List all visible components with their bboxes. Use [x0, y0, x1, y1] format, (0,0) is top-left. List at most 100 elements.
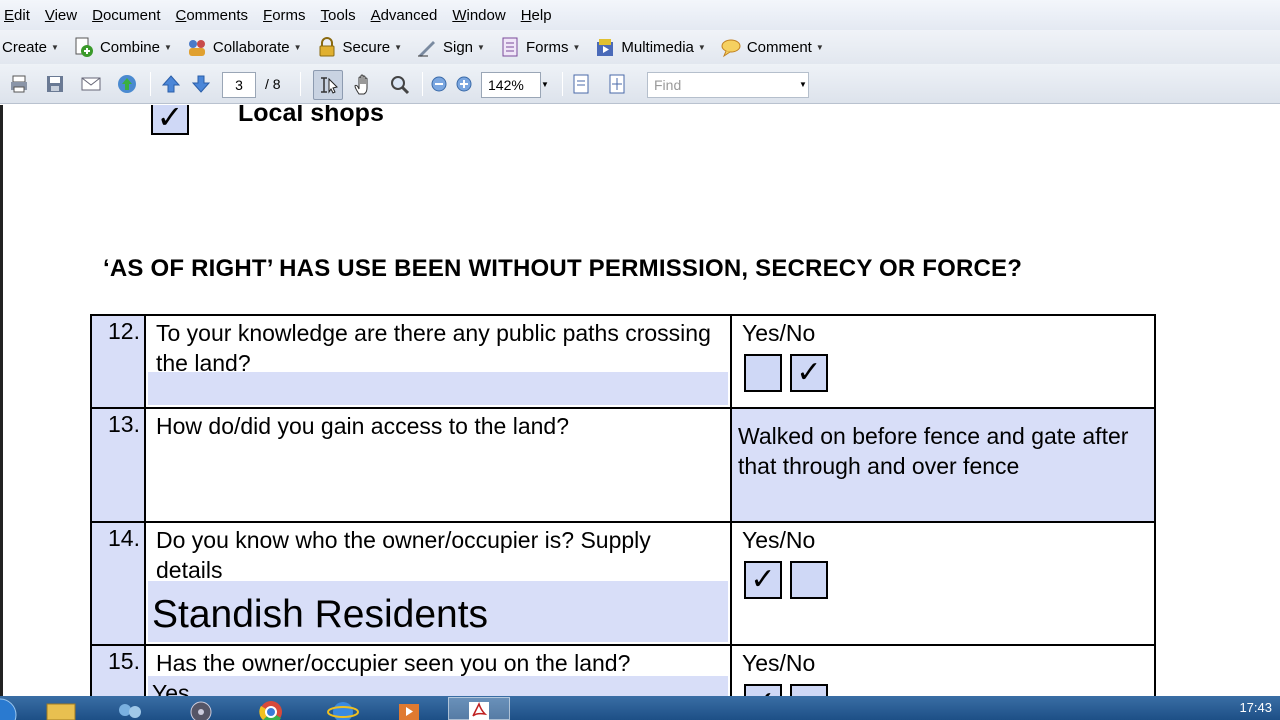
details-text: Yes	[152, 680, 190, 696]
comment-button[interactable]: Comment ▼	[720, 36, 824, 58]
lock-icon	[316, 36, 338, 58]
windows-taskbar: 17:43	[0, 696, 1280, 720]
combine-label: Combine	[99, 38, 160, 56]
zoom-level-input[interactable]: 142%	[481, 72, 541, 98]
menu-view[interactable]: View	[45, 7, 77, 24]
find-dropdown-chevron-icon[interactable]: ▼	[799, 80, 807, 89]
chevron-down-icon: ▼	[163, 42, 172, 52]
question-cell: Do you know who the owner/occupier is? S…	[144, 521, 732, 646]
secure-button[interactable]: Secure ▼	[316, 36, 402, 58]
combine-button[interactable]: Combine ▼	[73, 36, 172, 58]
chevron-down-icon: ▼	[697, 42, 706, 52]
multimedia-icon	[594, 36, 616, 58]
yes-checkbox[interactable]: ✓	[744, 561, 782, 599]
yes-no-label: Yes/No	[742, 650, 816, 676]
menu-comments[interactable]: Comments	[176, 7, 249, 24]
form-icon	[499, 36, 521, 58]
marquee-zoom-icon[interactable]	[389, 74, 411, 96]
collaborate-icon	[186, 36, 208, 58]
next-page-icon[interactable]	[190, 73, 212, 95]
details-text: Standish Residents	[152, 593, 489, 636]
answer-cell: Yes/No ✓	[730, 314, 1156, 409]
sign-label: Sign	[443, 38, 474, 56]
print-icon[interactable]	[8, 73, 30, 95]
local-shops-checkbox[interactable]: ✓	[151, 105, 189, 135]
media-player-icon[interactable]	[380, 697, 438, 720]
secure-label: Secure	[342, 38, 391, 56]
zoom-in-icon[interactable]	[453, 73, 475, 95]
menu-forms[interactable]: Forms	[263, 7, 306, 24]
zoom-dropdown-chevron-icon[interactable]: ▼	[541, 80, 549, 89]
chrome-icon[interactable]	[242, 697, 300, 720]
comment-label: Comment	[746, 38, 812, 56]
details-field[interactable]	[148, 372, 728, 405]
question-cell: How do/did you gain access to the land?	[144, 407, 732, 523]
question-text: To your knowledge are there any public p…	[156, 320, 711, 376]
chevron-down-icon: ▼	[394, 42, 402, 52]
table-row: 12. To your knowledge are there any publ…	[90, 314, 1156, 409]
question-text: Do you know who the owner/occupier is? S…	[156, 527, 651, 583]
save-icon[interactable]	[44, 73, 66, 95]
question-cell: To your knowledge are there any public p…	[144, 314, 732, 409]
explorer-icon[interactable]	[32, 697, 90, 720]
chevron-down-icon: ▼	[815, 42, 824, 52]
menu-advanced[interactable]: Advanced	[371, 7, 438, 24]
yes-checkbox[interactable]	[744, 354, 782, 392]
email-icon[interactable]	[80, 73, 102, 95]
menu-help[interactable]: Help	[521, 7, 552, 24]
yes-no-label: Yes/No	[742, 320, 816, 346]
sign-button[interactable]: Sign ▼	[416, 36, 485, 58]
no-checkbox[interactable]: ✓	[790, 354, 828, 392]
start-button[interactable]	[0, 697, 20, 720]
local-shops-label: Local shops	[238, 105, 384, 127]
multimedia-button[interactable]: Multimedia ▼	[594, 36, 706, 58]
menu-edit[interactable]: Edit	[4, 7, 30, 24]
pen-icon	[416, 36, 438, 58]
yes-no-label: Yes/No	[742, 527, 816, 553]
media-disc-icon[interactable]	[172, 697, 230, 720]
zoom-out-icon[interactable]	[428, 73, 450, 95]
answer-cell: Yes/No ✓	[730, 521, 1156, 646]
system-clock[interactable]: 17:43	[1239, 700, 1272, 715]
page-number-input[interactable]: 3	[222, 72, 256, 98]
chevron-down-icon: ▼	[572, 42, 581, 52]
acrobat-icon[interactable]	[448, 697, 510, 720]
table-row: 14. Do you know who the owner/occupier i…	[90, 521, 1156, 646]
collaborate-button[interactable]: Collaborate ▼	[186, 36, 302, 58]
forms-button[interactable]: Forms ▼	[499, 36, 580, 58]
navigation-toolbar	[0, 64, 1280, 104]
menu-document[interactable]: Document	[92, 7, 160, 24]
scroll-mode-icon[interactable]	[570, 73, 592, 95]
find-input[interactable]: Find	[647, 72, 809, 98]
ie-icon[interactable]	[314, 697, 372, 720]
people-icon[interactable]	[100, 697, 158, 720]
answer-text: Walked on before fence and gate after th…	[738, 423, 1129, 479]
page-total: / 8	[265, 76, 281, 92]
create-label: Create	[2, 38, 48, 56]
question-text: How do/did you gain access to the land?	[156, 413, 569, 439]
yes-checkbox[interactable]: ✓	[744, 684, 782, 696]
fit-page-icon[interactable]	[606, 73, 628, 95]
question-text: Has the owner/occupier seen you on the l…	[156, 650, 631, 676]
create-button[interactable]: Create ▼	[2, 39, 59, 56]
no-checkbox[interactable]	[790, 684, 828, 696]
previous-page-icon[interactable]	[160, 73, 182, 95]
question-cell: Has the owner/occupier seen you on the l…	[144, 644, 732, 696]
hand-tool-icon[interactable]	[352, 74, 374, 96]
section-heading: ‘AS OF RIGHT’ HAS USE BEEN WITHOUT PERMI…	[103, 255, 1023, 282]
text-select-icon[interactable]	[317, 74, 339, 96]
row-number: 12.	[90, 314, 146, 409]
answer-text-field[interactable]: Walked on before fence and gate after th…	[730, 407, 1156, 523]
no-checkbox[interactable]	[790, 561, 828, 599]
menu-tools[interactable]: Tools	[321, 7, 356, 24]
menu-window[interactable]: Window	[452, 7, 505, 24]
combine-icon	[73, 36, 95, 58]
chevron-down-icon: ▼	[293, 42, 302, 52]
forms-label: Forms	[525, 38, 569, 56]
row-number: 14.	[90, 521, 146, 646]
collaborate-label: Collaborate	[212, 38, 290, 56]
upload-icon[interactable]	[116, 73, 138, 95]
table-row: 15. Has the owner/occupier seen you on t…	[90, 644, 1156, 696]
document-viewport: ✓ Local shops ‘AS OF RIGHT’ HAS USE BEEN…	[0, 105, 1280, 696]
row-number: 13.	[90, 407, 146, 523]
